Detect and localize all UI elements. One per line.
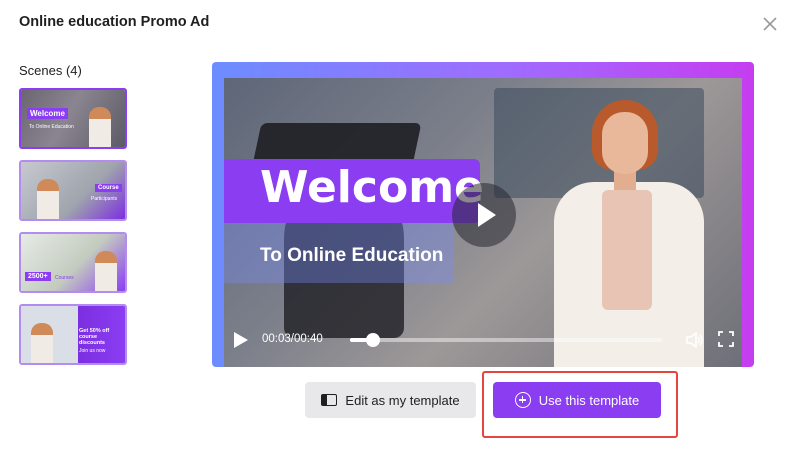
video-subheadline: To Online Education [260, 245, 444, 266]
scene-thumbnail-3[interactable]: 2500+ Courses [19, 232, 127, 293]
thumbnail-presenter [89, 107, 111, 147]
thumbnail-subtext: To Online Education [29, 124, 74, 130]
thumbnail-banner: Get 50% off course discounts [79, 328, 110, 346]
close-icon[interactable] [760, 14, 780, 34]
thumbnail-subtext: Courses [55, 275, 74, 281]
scenes-label: Scenes (4) [19, 63, 82, 78]
scene-thumbnail-4[interactable]: Get 50% off course discounts Join us now [19, 304, 127, 365]
seek-bar[interactable] [350, 333, 662, 347]
edit-as-template-label: Edit as my template [345, 392, 460, 408]
panel-icon [321, 394, 338, 406]
presenter-top [602, 190, 652, 310]
video-headline: Welcome [260, 162, 484, 213]
presenter-face [602, 112, 648, 174]
play-icon[interactable] [452, 183, 516, 247]
thumbnail-presenter [37, 179, 59, 219]
scene-thumbnail-1[interactable]: Welcome To Online Education [19, 88, 127, 149]
fullscreen-icon[interactable] [717, 330, 735, 348]
thumbnail-subtext: Participants [91, 196, 118, 202]
thumbnail-presenter [95, 251, 117, 291]
volume-icon[interactable] [684, 330, 704, 350]
thumbnail-banner: Course [95, 184, 122, 192]
player-controls: 00:03/00:40 [212, 322, 754, 367]
dialog-title: Online education Promo Ad [19, 14, 210, 30]
highlight-box [482, 371, 678, 438]
thumbnail-presenter [31, 323, 53, 363]
scene-thumbnail-2[interactable]: Course Participants [19, 160, 127, 221]
thumbnail-subtext: Join us now [79, 348, 106, 354]
edit-as-template-button[interactable]: Edit as my template [305, 382, 476, 418]
play-icon[interactable] [234, 332, 250, 350]
seek-bar-handle[interactable] [366, 333, 381, 347]
thumbnail-banner: Welcome [27, 108, 68, 119]
thumbnail-banner: 2500+ [25, 272, 51, 281]
time-display: 00:03/00:40 [262, 333, 323, 345]
